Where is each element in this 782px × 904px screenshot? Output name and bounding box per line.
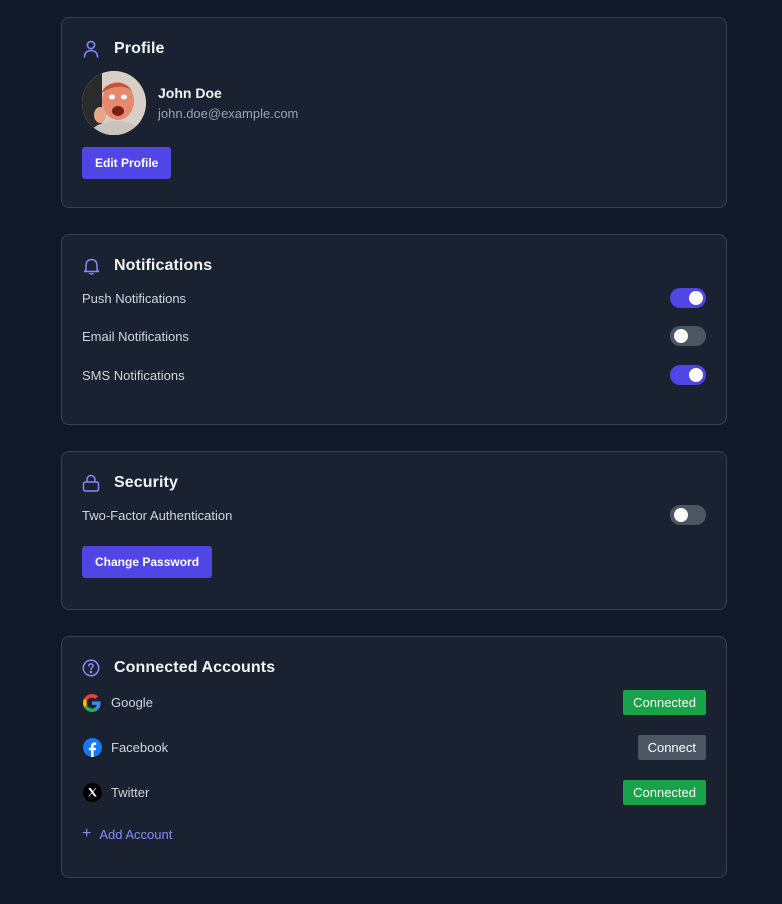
connected-accounts-header: Connected Accounts <box>82 656 706 680</box>
help-circle-icon <box>82 659 100 677</box>
account-name-google: Google <box>111 695 153 710</box>
x-twitter-icon <box>82 783 102 803</box>
account-name-facebook: Facebook <box>111 740 169 755</box>
email-notifications-toggle[interactable] <box>670 326 706 346</box>
notifications-title: Notifications <box>114 257 213 274</box>
connected-accounts-title: Connected Accounts <box>114 659 276 676</box>
notifications-header: Notifications <box>82 254 706 278</box>
notifications-card: Notifications Push Notifications Email N… <box>61 234 727 425</box>
user-icon <box>82 40 100 58</box>
notification-row-email: Email Notifications <box>82 326 706 346</box>
facebook-icon <box>82 738 102 758</box>
two-factor-row: Two-Factor Authentication <box>82 505 706 525</box>
sms-notifications-toggle[interactable] <box>670 365 706 385</box>
profile-name: John Doe <box>158 85 222 101</box>
profile-info: John Doe john.doe@example.com <box>82 71 706 135</box>
account-row-facebook: Facebook Connect <box>82 735 706 760</box>
account-row-google: Google Connected <box>82 690 706 715</box>
google-connected-button[interactable]: Connected <box>623 690 706 715</box>
connected-accounts-card: Connected Accounts Google Connected Face… <box>61 636 727 878</box>
account-name-twitter: Twitter <box>111 785 150 800</box>
avatar[interactable] <box>82 71 146 135</box>
profile-header: Profile <box>82 37 706 61</box>
push-notifications-label: Push Notifications <box>82 290 187 306</box>
security-header: Security <box>82 471 706 495</box>
twitter-connected-button[interactable]: Connected <box>623 780 706 805</box>
lock-icon <box>82 474 100 492</box>
profile-text: John Doe john.doe@example.com <box>158 85 298 121</box>
security-title: Security <box>114 474 178 491</box>
add-account-link[interactable]: + Add Account <box>82 826 706 842</box>
push-notifications-toggle[interactable] <box>670 288 706 308</box>
plus-icon: + <box>82 825 92 842</box>
email-notifications-label: Email Notifications <box>82 328 189 344</box>
notification-row-push: Push Notifications <box>82 288 706 308</box>
edit-profile-button[interactable]: Edit Profile <box>82 147 172 179</box>
bell-icon <box>82 257 100 275</box>
profile-card: Profile John Doe john.doe@example.com Ed… <box>61 17 727 208</box>
sms-notifications-label: SMS Notifications <box>82 367 185 383</box>
change-password-button[interactable]: Change Password <box>82 546 213 578</box>
profile-title: Profile <box>114 40 165 57</box>
profile-email: john.doe@example.com <box>158 106 299 121</box>
two-factor-toggle[interactable] <box>670 505 706 525</box>
security-card: Security Two-Factor Authentication Chang… <box>61 451 727 610</box>
two-factor-label: Two-Factor Authentication <box>82 507 233 523</box>
account-row-twitter: Twitter Connected <box>82 780 706 805</box>
settings-page: Profile John Doe john.doe@example.com Ed… <box>61 17 727 904</box>
google-icon <box>82 693 102 713</box>
add-account-label: Add Account <box>99 826 173 842</box>
facebook-connect-button[interactable]: Connect <box>637 735 706 760</box>
notification-row-sms: SMS Notifications <box>82 365 706 385</box>
